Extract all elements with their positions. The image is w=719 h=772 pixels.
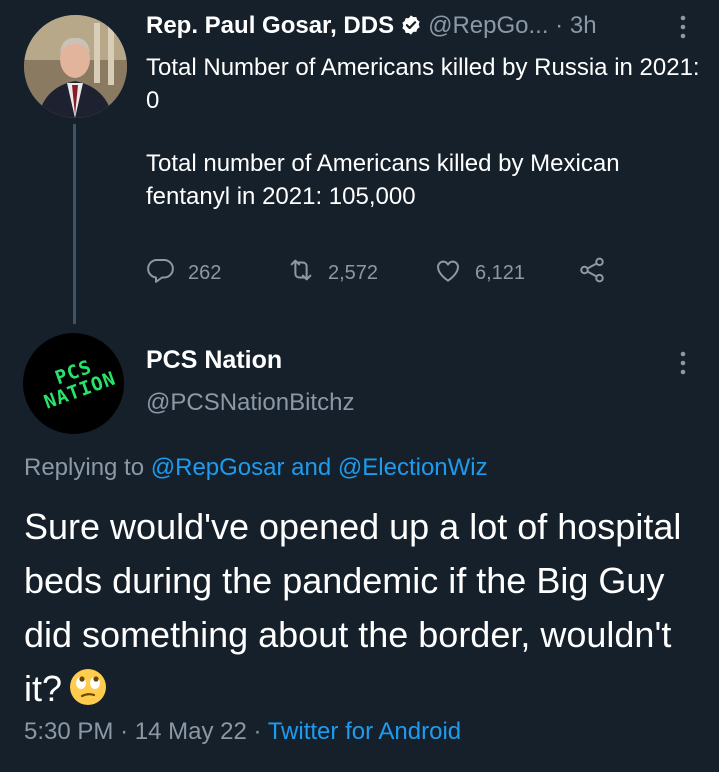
replying-and-text: and <box>291 454 332 481</box>
rolling-eyes-emoji-icon <box>68 667 108 722</box>
author-avatar[interactable] <box>24 15 127 118</box>
avatar-photo <box>24 15 127 118</box>
share-icon <box>577 255 619 291</box>
reply-date: 14 May 22 <box>134 718 247 745</box>
replying-to-line: Replying to @RepGosar and @ElectionWiz <box>24 454 488 482</box>
reply-author-avatar[interactable]: PCS NATION <box>23 333 124 434</box>
more-options-icon[interactable] <box>678 14 688 45</box>
separator-dot: · <box>555 12 564 39</box>
reply-count: 262 <box>188 261 222 284</box>
meta-separator: · <box>120 718 129 745</box>
tweet-meta: 5:30 PM · 14 May 22 · Twitter for Androi… <box>24 718 461 746</box>
reply-time: 5:30 PM <box>24 718 114 745</box>
parent-tweet-text: Total Number of Americans killed by Russ… <box>146 51 706 243</box>
retweet-icon <box>286 255 328 291</box>
source-link[interactable]: Twitter for Android <box>268 718 461 745</box>
reply-icon <box>146 255 188 291</box>
like-count: 6,121 <box>475 261 526 284</box>
like-button[interactable]: 6,121 <box>433 255 577 291</box>
heart-icon <box>433 255 475 291</box>
reply-text: Sure would've opened up a lot of hospita… <box>24 506 682 709</box>
reply-tweet-text: Sure would've opened up a lot of hospita… <box>24 500 714 722</box>
author-handle[interactable]: @RepGo... <box>428 12 548 39</box>
retweet-button[interactable]: 2,572 <box>286 255 433 291</box>
share-button[interactable] <box>577 255 619 291</box>
mention-link[interactable]: @ElectionWiz <box>338 454 488 481</box>
replying-to-label: Replying to <box>24 454 145 481</box>
tweet-paragraph: Total Number of Americans killed by Russ… <box>146 54 713 114</box>
reply-button[interactable]: 262 <box>146 255 286 291</box>
pcs-nation-logo: PCS NATION <box>41 355 119 414</box>
tweet-paragraph: Total number of Americans killed by Mexi… <box>146 150 627 210</box>
thread-connector-line <box>73 124 76 324</box>
reply-author-handle[interactable]: @PCSNationBitchz <box>146 389 354 417</box>
tweet-actions-bar: 262 2,572 6,121 <box>146 255 619 291</box>
meta-separator: · <box>253 718 262 745</box>
reply-author-name[interactable]: PCS Nation <box>146 346 282 375</box>
reply-more-options-icon[interactable] <box>678 350 688 381</box>
author-name[interactable]: Rep. Paul Gosar, DDS <box>146 12 394 39</box>
mention-link[interactable]: @RepGosar <box>151 454 285 481</box>
tweet-time[interactable]: 3h <box>570 12 597 39</box>
verified-badge-icon <box>400 14 422 43</box>
parent-tweet-header: Rep. Paul Gosar, DDS @RepGo... · 3h <box>146 12 597 44</box>
retweet-count: 2,572 <box>328 261 379 284</box>
